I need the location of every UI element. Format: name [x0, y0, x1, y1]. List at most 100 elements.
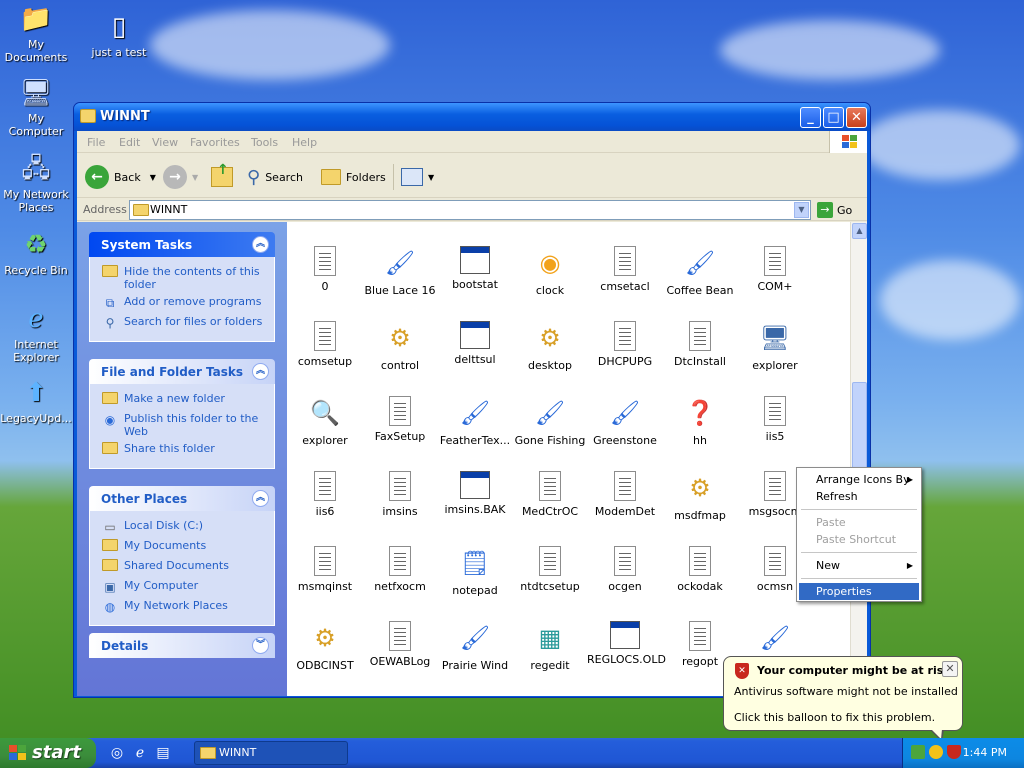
- close-button[interactable]: ✕: [846, 107, 867, 128]
- task-hide-contents[interactable]: Hide the contents of this folder: [90, 263, 274, 293]
- task-new-folder[interactable]: Make a new folder: [90, 390, 274, 410]
- title-bar[interactable]: WINNT _ □ ✕: [74, 103, 870, 131]
- go-button[interactable]: → Go: [817, 201, 852, 219]
- desktop-icon-4[interactable]: ♻ Recycle Bin: [0, 228, 73, 277]
- address-dropdown-button[interactable]: ▼: [794, 202, 809, 218]
- file-item[interactable]: delttsul: [437, 321, 513, 366]
- minimize-button[interactable]: _: [800, 107, 821, 128]
- forward-button[interactable]: → ▼: [163, 164, 198, 190]
- file-item[interactable]: 🖌 Prairie Wind: [437, 621, 513, 672]
- place-local-disk[interactable]: ▭ Local Disk (C:): [90, 517, 274, 537]
- file-item[interactable]: ⚙ control: [362, 321, 438, 372]
- views-button[interactable]: ▼: [401, 164, 434, 190]
- up-folder-button[interactable]: ↑: [211, 162, 233, 190]
- context-menu-item[interactable]: New ▶: [799, 557, 919, 574]
- file-item[interactable]: 🗒 notepad: [437, 546, 513, 597]
- collapse-chevron-icon[interactable]: ︽: [252, 236, 269, 253]
- file-folder-tasks-header[interactable]: File and Folder Tasks ︽: [89, 359, 275, 384]
- context-menu-item[interactable]: Refresh: [799, 488, 919, 505]
- address-input[interactable]: WINNT ▼: [129, 200, 811, 220]
- file-item[interactable]: comsetup: [287, 321, 363, 368]
- file-item[interactable]: MedCtrOC: [512, 471, 588, 518]
- file-item[interactable]: 0: [287, 246, 363, 293]
- search-button[interactable]: ⚲ Search: [247, 164, 303, 190]
- menu-file[interactable]: File: [87, 136, 105, 149]
- quicklaunch-media-icon[interactable]: ◎: [108, 744, 126, 762]
- security-tray-icon[interactable]: [947, 745, 961, 759]
- file-item[interactable]: 🖌: [737, 621, 813, 659]
- menu-help[interactable]: Help: [292, 136, 317, 149]
- file-item[interactable]: ntdtcsetup: [512, 546, 588, 593]
- quicklaunch-ie-icon[interactable]: ℯ: [131, 744, 149, 762]
- file-item[interactable]: ModemDet: [587, 471, 663, 518]
- balloon-close-button[interactable]: ✕: [942, 661, 958, 677]
- file-item[interactable]: bootstat: [437, 246, 513, 291]
- file-item[interactable]: OEWABLog: [362, 621, 438, 668]
- maximize-button[interactable]: □: [823, 107, 844, 128]
- desktop-icon-1[interactable]: ▯ just a test: [82, 10, 156, 59]
- file-item[interactable]: 🖌 Greenstone: [587, 396, 663, 447]
- file-item[interactable]: ⚙ msdfmap: [662, 471, 738, 522]
- quicklaunch-desktop-icon[interactable]: ▤: [154, 744, 172, 762]
- file-item[interactable]: iis5: [737, 396, 813, 443]
- desktop-icon-0[interactable]: 📁 My Documents: [0, 2, 73, 64]
- file-item[interactable]: DtcInstall: [662, 321, 738, 368]
- task-add-remove-programs[interactable]: ⧉ Add or remove programs: [90, 293, 274, 313]
- place-network-places[interactable]: ◍ My Network Places: [90, 597, 274, 617]
- explorer-window[interactable]: WINNT _ □ ✕ File Edit View Favorites Too…: [73, 102, 871, 698]
- file-item[interactable]: DHCPUPG: [587, 321, 663, 368]
- file-item[interactable]: 🖌 Gone Fishing: [512, 396, 588, 447]
- other-places-header[interactable]: Other Places ︽: [89, 486, 275, 511]
- security-alert-balloon[interactable]: ✕ Your computer might be at risk Antivir…: [723, 656, 963, 731]
- task-share-folder[interactable]: Share this folder: [90, 440, 274, 460]
- menu-edit[interactable]: Edit: [119, 136, 140, 149]
- network-tray-icon[interactable]: [911, 745, 925, 759]
- file-item[interactable]: ❓ hh: [662, 396, 738, 447]
- file-item[interactable]: FaxSetup: [362, 396, 438, 443]
- context-menu-item[interactable]: Properties: [799, 583, 919, 600]
- taskbar-item-winnt[interactable]: WINNT: [194, 741, 348, 765]
- file-item[interactable]: COM+: [737, 246, 813, 293]
- desktop-icon-5[interactable]: ℯ Internet Explorer: [0, 302, 73, 364]
- start-button[interactable]: start: [0, 738, 96, 768]
- menu-view[interactable]: View: [152, 136, 178, 149]
- expand-chevron-icon[interactable]: ︾: [252, 637, 269, 654]
- file-item[interactable]: ocgen: [587, 546, 663, 593]
- file-item[interactable]: 🖌 Coffee Bean: [662, 246, 738, 297]
- task-search-files[interactable]: ⚲ Search for files or folders: [90, 313, 274, 333]
- file-item[interactable]: ⚙ ODBCINST: [287, 621, 363, 672]
- desktop-icon-6[interactable]: ⬆ LegacyUpd...: [0, 376, 73, 425]
- update-tray-icon[interactable]: [929, 745, 943, 759]
- collapse-chevron-icon[interactable]: ︽: [252, 363, 269, 380]
- context-menu[interactable]: Arrange Icons By ▶ Refresh Paste Paste Short…: [796, 467, 922, 602]
- file-item[interactable]: msmqinst: [287, 546, 363, 593]
- desktop-icon-2[interactable]: 🖥 My Computer: [0, 76, 73, 138]
- file-item[interactable]: imsins.BAK: [437, 471, 513, 516]
- menu-favorites[interactable]: Favorites: [190, 136, 240, 149]
- collapse-chevron-icon[interactable]: ︽: [252, 490, 269, 507]
- balloon-action[interactable]: Click this balloon to fix this problem.: [734, 711, 935, 724]
- file-item[interactable]: cmsetacl: [587, 246, 663, 293]
- chevron-down-icon[interactable]: ▼: [150, 173, 156, 182]
- file-item[interactable]: 🖌 Blue Lace 16: [362, 246, 438, 297]
- details-header[interactable]: Details ︾: [89, 633, 275, 658]
- file-item[interactable]: netfxocm: [362, 546, 438, 593]
- vertical-scrollbar[interactable]: ▲: [850, 222, 867, 696]
- file-item[interactable]: iis6: [287, 471, 363, 518]
- file-item[interactable]: 🖌 FeatherTex...: [437, 396, 513, 447]
- file-item[interactable]: ockodak: [662, 546, 738, 593]
- system-tasks-header[interactable]: System Tasks ︽: [89, 232, 275, 257]
- file-item[interactable]: ◉ clock: [512, 246, 588, 297]
- scroll-up-button[interactable]: ▲: [852, 223, 867, 239]
- place-my-documents[interactable]: My Documents: [90, 537, 274, 557]
- desktop-icon-3[interactable]: 🖧 My Network Places: [0, 152, 73, 214]
- file-item[interactable]: REGLOCS.OLD: [587, 621, 666, 666]
- folders-button[interactable]: Folders: [321, 164, 386, 190]
- back-button[interactable]: ← Back ▼: [85, 164, 156, 190]
- file-list-view[interactable]: 0 🖌 Blue Lace 16 bootstat ◉ clock cmsetacl 🖌 Cof…: [287, 222, 867, 696]
- file-item[interactable]: ▦ regedit: [512, 621, 588, 672]
- place-my-computer[interactable]: ▣ My Computer: [90, 577, 274, 597]
- file-item[interactable]: 🖥 explorer: [737, 321, 813, 372]
- menu-tools[interactable]: Tools: [251, 136, 278, 149]
- file-item[interactable]: 🔍 explorer: [287, 396, 363, 447]
